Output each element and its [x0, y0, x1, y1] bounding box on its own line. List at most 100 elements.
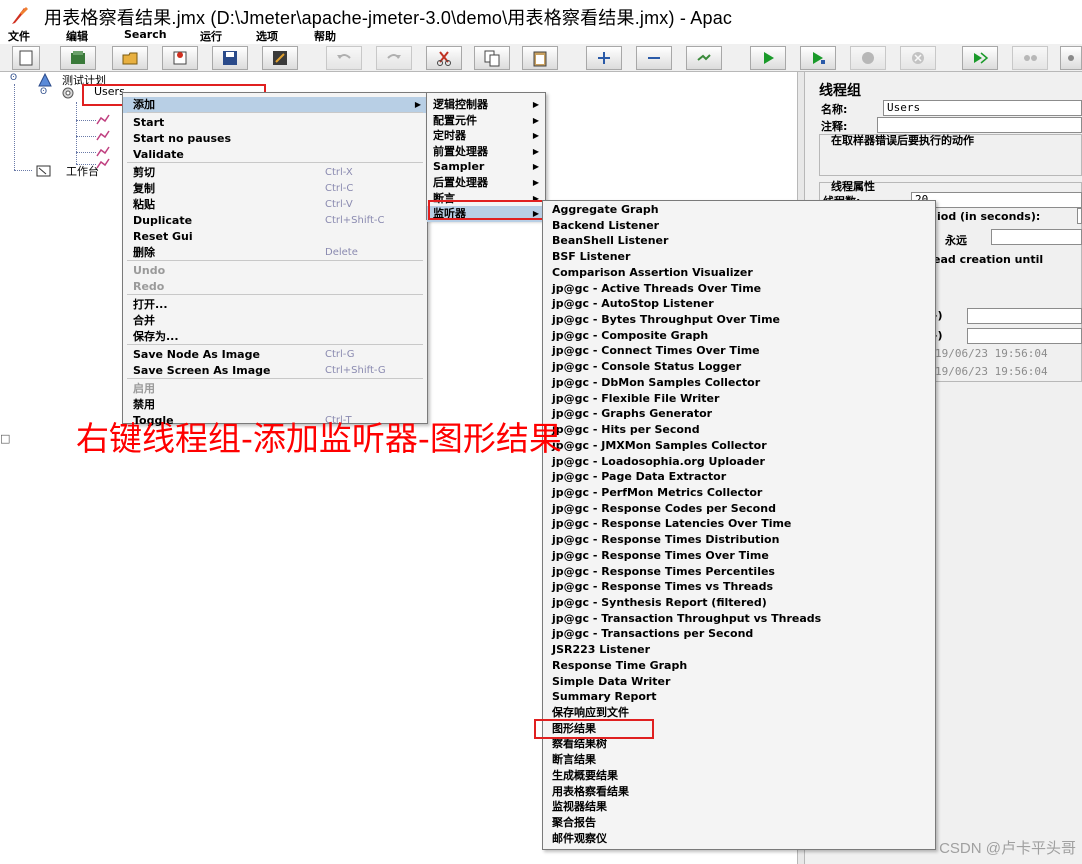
start-button[interactable] — [750, 46, 786, 70]
listener-menu-item[interactable]: JSR223 Listener — [543, 642, 935, 658]
listener-menu-item[interactable]: jp@gc - Connect Times Over Time — [543, 343, 935, 359]
tree-node-workbench[interactable]: 工作台 — [66, 163, 99, 179]
context-menu-item[interactable]: 粘贴 Ctrl-V — [123, 197, 427, 213]
context-menu-item[interactable]: Start — [123, 115, 427, 131]
listener-menu-item[interactable]: Response Time Graph — [543, 658, 935, 674]
listener-menu-item[interactable]: 聚合报告 — [543, 815, 935, 831]
add-submenu-item[interactable]: 后置处理器 ▶ — [427, 175, 545, 191]
open-recent-button[interactable] — [162, 46, 198, 70]
context-menu-item[interactable]: Reset Gui — [123, 229, 427, 245]
listener-menu-item[interactable]: jp@gc - Transaction Throughput vs Thread… — [543, 611, 935, 627]
save-button[interactable] — [212, 46, 248, 70]
templates-button[interactable] — [60, 46, 96, 70]
listener-menu-item[interactable]: 邮件观察仪 — [543, 831, 935, 847]
listener-menu-item[interactable]: Comparison Assertion Visualizer — [543, 265, 935, 281]
listener-menu-item[interactable]: jp@gc - Loadosophia.org Uploader — [543, 454, 935, 470]
listener-menu-item[interactable]: Backend Listener — [543, 218, 935, 234]
listener-menu-item[interactable]: jp@gc - Transactions per Second — [543, 626, 935, 642]
menu-item-label: jp@gc - Composite Graph — [552, 328, 709, 342]
listener-menu-item[interactable]: jp@gc - Graphs Generator — [543, 406, 935, 422]
tree-toggle-users[interactable]: ʘ — [40, 88, 49, 97]
add-submenu-item[interactable]: 定时器 ▶ — [427, 128, 545, 144]
thread-count-input[interactable]: 20 — [911, 192, 1082, 208]
listener-menu-item[interactable]: jp@gc - Console Status Logger — [543, 359, 935, 375]
remote-start-button[interactable] — [962, 46, 998, 70]
menu-search[interactable]: Search — [124, 28, 167, 41]
listener-menu-item[interactable]: jp@gc - Composite Graph — [543, 328, 935, 344]
listener-menu-item[interactable]: jp@gc - JMXMon Samples Collector — [543, 438, 935, 454]
new-button[interactable] — [12, 46, 40, 70]
context-menu-item[interactable]: 合并 — [123, 313, 427, 329]
listener-menu-item[interactable]: jp@gc - AutoStop Listener — [543, 296, 935, 312]
start-no-pauses-button[interactable] — [800, 46, 836, 70]
startup-delay-input[interactable] — [967, 328, 1082, 344]
expand-all-button[interactable] — [586, 46, 622, 70]
listener-menu-item[interactable]: 用表格察看结果 — [543, 784, 935, 800]
listener-menu-item[interactable]: jp@gc - Response Latencies Over Time — [543, 516, 935, 532]
redo-button[interactable] — [376, 46, 412, 70]
listener-menu-item[interactable]: jp@gc - Response Times Over Time — [543, 548, 935, 564]
tree-toggle-root[interactable]: ʘ — [10, 74, 19, 83]
cut-button[interactable] — [426, 46, 462, 70]
name-input[interactable]: Users — [883, 100, 1082, 116]
copy-button[interactable] — [474, 46, 510, 70]
add-submenu-item[interactable]: Sampler ▶ — [427, 159, 545, 175]
context-menu-item[interactable]: Start no pauses — [123, 131, 427, 147]
context-menu-item[interactable]: 剪切 Ctrl-X — [123, 165, 427, 181]
context-menu-item[interactable]: Duplicate Ctrl+Shift-C — [123, 213, 427, 229]
ramp-up-input[interactable] — [1077, 208, 1082, 224]
listener-menu-item[interactable]: jp@gc - Bytes Throughput Over Time — [543, 312, 935, 328]
context-menu-item[interactable]: 删除 Delete — [123, 245, 427, 261]
context-menu-item[interactable]: 添加 ▶ — [123, 97, 427, 113]
listener-menu-item[interactable]: BSF Listener — [543, 249, 935, 265]
paste-button[interactable] — [522, 46, 558, 70]
context-menu-item[interactable]: 打开... — [123, 297, 427, 313]
listener-menu-item[interactable]: jp@gc - Response Times Percentiles — [543, 564, 935, 580]
context-menu-item[interactable]: 保存为... — [123, 329, 427, 345]
menu-run[interactable]: 运行 — [200, 28, 222, 44]
listener-menu-item[interactable]: jp@gc - Response Times Distribution — [543, 532, 935, 548]
context-menu-item[interactable]: Save Screen As Image Ctrl+Shift-G — [123, 363, 427, 379]
shutdown-button[interactable] — [900, 46, 936, 70]
listener-menu-item[interactable]: BeanShell Listener — [543, 233, 935, 249]
menu-help[interactable]: 帮助 — [314, 28, 336, 44]
more-tools-button[interactable] — [1060, 46, 1082, 70]
listener-menu-item[interactable]: 断言结果 — [543, 752, 935, 768]
loop-count-input[interactable] — [991, 229, 1082, 245]
context-menu-item[interactable]: Validate — [123, 147, 427, 163]
listener-menu-item[interactable]: jp@gc - Page Data Extractor — [543, 469, 935, 485]
menu-edit[interactable]: 编辑 — [66, 28, 88, 44]
context-menu-item[interactable]: 禁用 — [123, 397, 427, 413]
context-menu-item[interactable]: Save Node As Image Ctrl-G — [123, 347, 427, 363]
listener-menu-item[interactable]: Aggregate Graph — [543, 202, 935, 218]
listener-menu-item[interactable]: Simple Data Writer — [543, 674, 935, 690]
listener-menu-item[interactable]: jp@gc - Flexible File Writer — [543, 391, 935, 407]
listener-menu-item[interactable]: jp@gc - DbMon Samples Collector — [543, 375, 935, 391]
remote-stop-button[interactable] — [1012, 46, 1048, 70]
toggle-button[interactable] — [686, 46, 722, 70]
listener-menu-item[interactable]: 生成概要结果 — [543, 768, 935, 784]
listener-menu-item[interactable]: jp@gc - Response Times vs Threads — [543, 579, 935, 595]
stop-button[interactable] — [850, 46, 886, 70]
comment-input[interactable] — [877, 117, 1082, 133]
add-submenu-item[interactable]: 前置处理器 ▶ — [427, 144, 545, 160]
listener-menu-item[interactable]: jp@gc - Response Codes per Second — [543, 501, 935, 517]
listener-menu-item[interactable]: jp@gc - Synthesis Report (filtered) — [543, 595, 935, 611]
undo-button[interactable] — [326, 46, 362, 70]
listener-menu-item[interactable]: 监视器结果 — [543, 799, 935, 815]
listener-menu-item[interactable]: Summary Report — [543, 689, 935, 705]
menu-options[interactable]: 选项 — [256, 28, 278, 44]
add-submenu-item[interactable]: 逻辑控制器 ▶ — [427, 97, 545, 113]
context-menu-item[interactable]: 复制 Ctrl-C — [123, 181, 427, 197]
duration-input[interactable] — [967, 308, 1082, 324]
start-time-value[interactable]: 19/06/23 19:56:04 — [935, 347, 1048, 360]
save-as-button[interactable] — [262, 46, 298, 70]
collapse-all-button[interactable] — [636, 46, 672, 70]
listener-menu-item[interactable]: jp@gc - PerfMon Metrics Collector — [543, 485, 935, 501]
add-submenu-item[interactable]: 配置元件 ▶ — [427, 113, 545, 129]
listener-menu-item[interactable]: jp@gc - Hits per Second — [543, 422, 935, 438]
open-button[interactable] — [112, 46, 148, 70]
end-time-value[interactable]: 19/06/23 19:56:04 — [935, 365, 1048, 378]
listener-menu-item[interactable]: jp@gc - Active Threads Over Time — [543, 281, 935, 297]
menu-file[interactable]: 文件 — [8, 28, 30, 44]
